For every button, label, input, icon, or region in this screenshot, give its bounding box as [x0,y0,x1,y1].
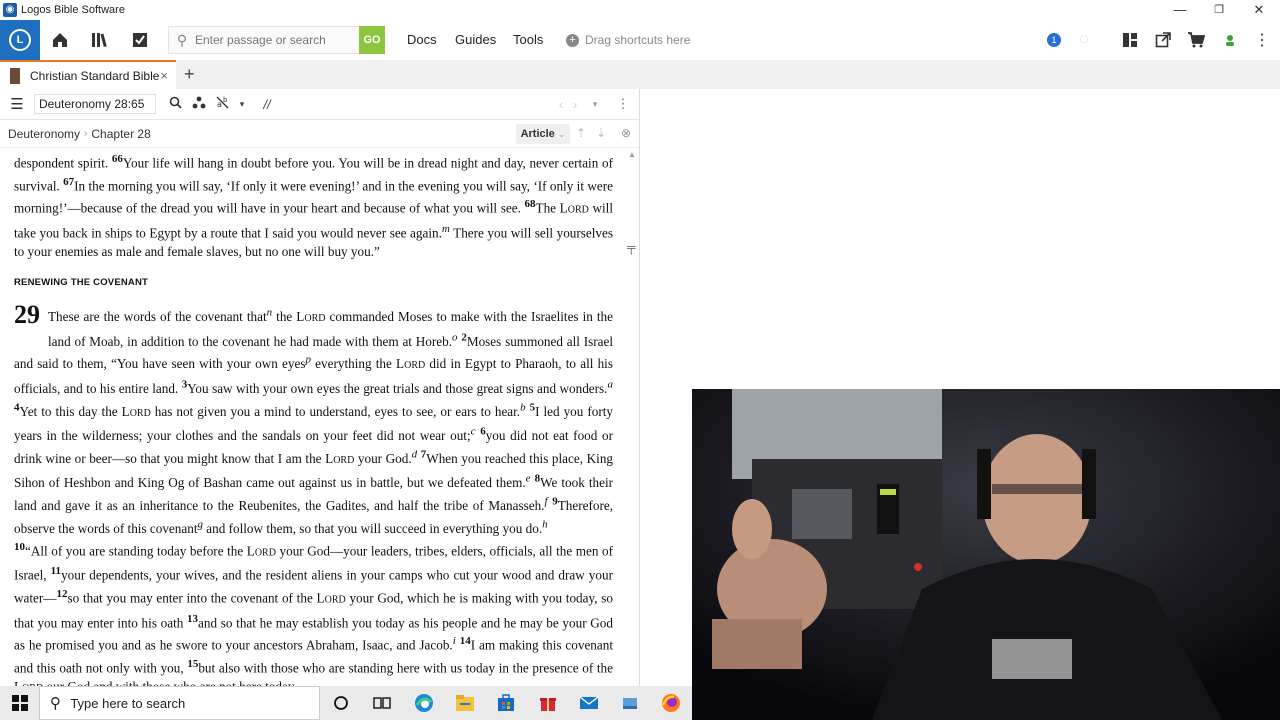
svg-text:a: a [217,100,222,109]
visual-filters-icon[interactable] [188,96,210,112]
passage-search-box[interactable]: ⚲ [168,26,384,54]
documents-checklist-icon[interactable] [120,20,160,60]
history-dropdown-icon[interactable]: ▾ [584,99,606,110]
window-title: Logos Bible Software [21,4,125,16]
taskbar-search-placeholder: Type here to search [70,695,186,711]
library-icon[interactable] [80,20,120,60]
file-explorer-icon[interactable] [444,686,485,720]
search-icon: ⚲ [49,695,61,712]
panel-toolbar: ☰ Deuteronomy 28:65 ab ▾ // ‹ › ▾ ⋮ [0,89,639,120]
verse-paragraph: despondent spirit. 66Your life will hang… [14,153,613,260]
guides-menu[interactable]: Guides [455,32,496,47]
breadcrumb-book[interactable]: Deuteronomy [8,127,80,141]
gift-app-icon[interactable] [527,686,568,720]
edge-browser-icon[interactable] [403,686,444,720]
reference-box[interactable]: Deuteronomy 28:65 [34,94,156,114]
home-icon[interactable] [40,20,80,60]
webcam-overlay [692,389,1280,720]
search-icon: ⚲ [176,31,188,48]
add-shortcut-icon: + [566,33,579,47]
add-tab-button[interactable]: + [184,64,195,85]
breadcrumb: Deuteronomy › Chapter 28 Article ⌄ ⇡ ⇣ ⊗ [0,120,639,148]
taskbar-search-box[interactable]: ⚲ Type here to search [39,686,321,720]
verse-paragraph: 29 These are the words of the covenant th… [14,300,613,538]
verse-text: These are the words of the covenant that… [14,306,613,536]
interlinear-icon[interactable]: ab [212,96,234,112]
tab-bar: Christian Standard Bible × + [0,60,1280,89]
scrollbar[interactable]: ▲ ╤ [626,150,638,686]
parallel-resources-icon[interactable]: // [256,97,278,112]
breadcrumb-chapter[interactable]: Chapter 28 [91,127,150,141]
close-window-button[interactable]: ✕ [1239,0,1279,20]
section-heading: RENEWING THE COVENANT [14,276,149,288]
svg-text:b: b [223,96,228,104]
panel-menu-icon[interactable]: ☰ [0,95,34,113]
layouts-icon[interactable] [1114,20,1146,60]
bible-text: despondent spirit. 66Your life will hang… [14,150,613,686]
external-window-icon[interactable] [1147,20,1179,60]
tools-menu[interactable]: Tools [513,32,543,47]
go-button[interactable]: GO [359,26,385,54]
shortcuts-label: Drag shortcuts here [585,33,691,47]
notifications-button[interactable]: 1 [1038,20,1070,60]
task-view-icon[interactable] [362,686,403,720]
forward-arrow-icon[interactable]: › [564,97,586,112]
logos-logo-icon: L [9,29,31,51]
scroll-up-icon[interactable]: ▲ [628,150,636,159]
tab-title: Christian Standard Bible [30,68,160,83]
account-status-icon[interactable] [1214,20,1246,60]
windows-taskbar: ⚲ Type here to search [0,686,692,720]
logos-app-icon: ◉ [3,3,17,17]
chevron-down-icon[interactable]: ▾ [236,99,248,110]
chapter-number: 29 [14,299,40,329]
chevron-right-icon: › [84,128,88,139]
firefox-icon[interactable] [651,686,692,720]
minimize-button[interactable]: — [1160,0,1200,20]
webcam-image [692,389,1280,720]
windows-logo-icon [11,695,28,711]
cortana-icon[interactable] [320,686,361,720]
restore-button[interactable]: ❐ [1199,0,1239,20]
sync-icon[interactable]: ◌ [1068,20,1100,60]
bible-panel: ☰ Deuteronomy 28:65 ab ▾ // ‹ › ▾ ⋮ Deut… [0,89,640,686]
mail-icon[interactable] [568,686,609,720]
main-toolbar: L ⚲ GO Docs Guides Tools + Drag shortcut… [0,20,1280,60]
arrow-up-icon[interactable]: ⇡ [576,126,586,140]
article-mode-button[interactable]: Article ⌄ [516,124,570,144]
shortcuts-bar[interactable]: + Drag shortcuts here [566,33,690,47]
book-cover-icon [10,67,20,84]
passage-search-input[interactable] [195,33,355,47]
logos-home-button[interactable]: L [0,20,40,60]
microsoft-store-icon[interactable] [486,686,527,720]
title-bar: ◉ Logos Bible Software — ❐ ✕ [0,0,1280,20]
close-tab-icon[interactable]: × [160,68,168,83]
tab-christian-standard-bible[interactable]: Christian Standard Bible × [0,60,176,89]
logos-taskbar-icon[interactable] [609,686,650,720]
arrow-down-icon[interactable]: ⇣ [596,126,606,140]
clear-icon[interactable]: ⊗ [621,126,631,140]
panel-more-icon[interactable]: ⋮ [612,96,634,112]
verse-paragraph: 10“All of you are standing today before … [14,540,613,686]
windows-start-button[interactable] [0,686,39,720]
more-menu-icon[interactable]: ⋮ [1246,20,1278,60]
cart-icon[interactable] [1180,20,1212,60]
article-mode-label: Article [520,128,555,140]
scroll-thumb[interactable]: ╤ [627,240,637,254]
chevron-down-icon: ⌄ [557,129,566,139]
notification-badge: 1 [1047,33,1061,47]
docs-menu[interactable]: Docs [407,32,437,47]
search-icon[interactable] [164,96,186,112]
